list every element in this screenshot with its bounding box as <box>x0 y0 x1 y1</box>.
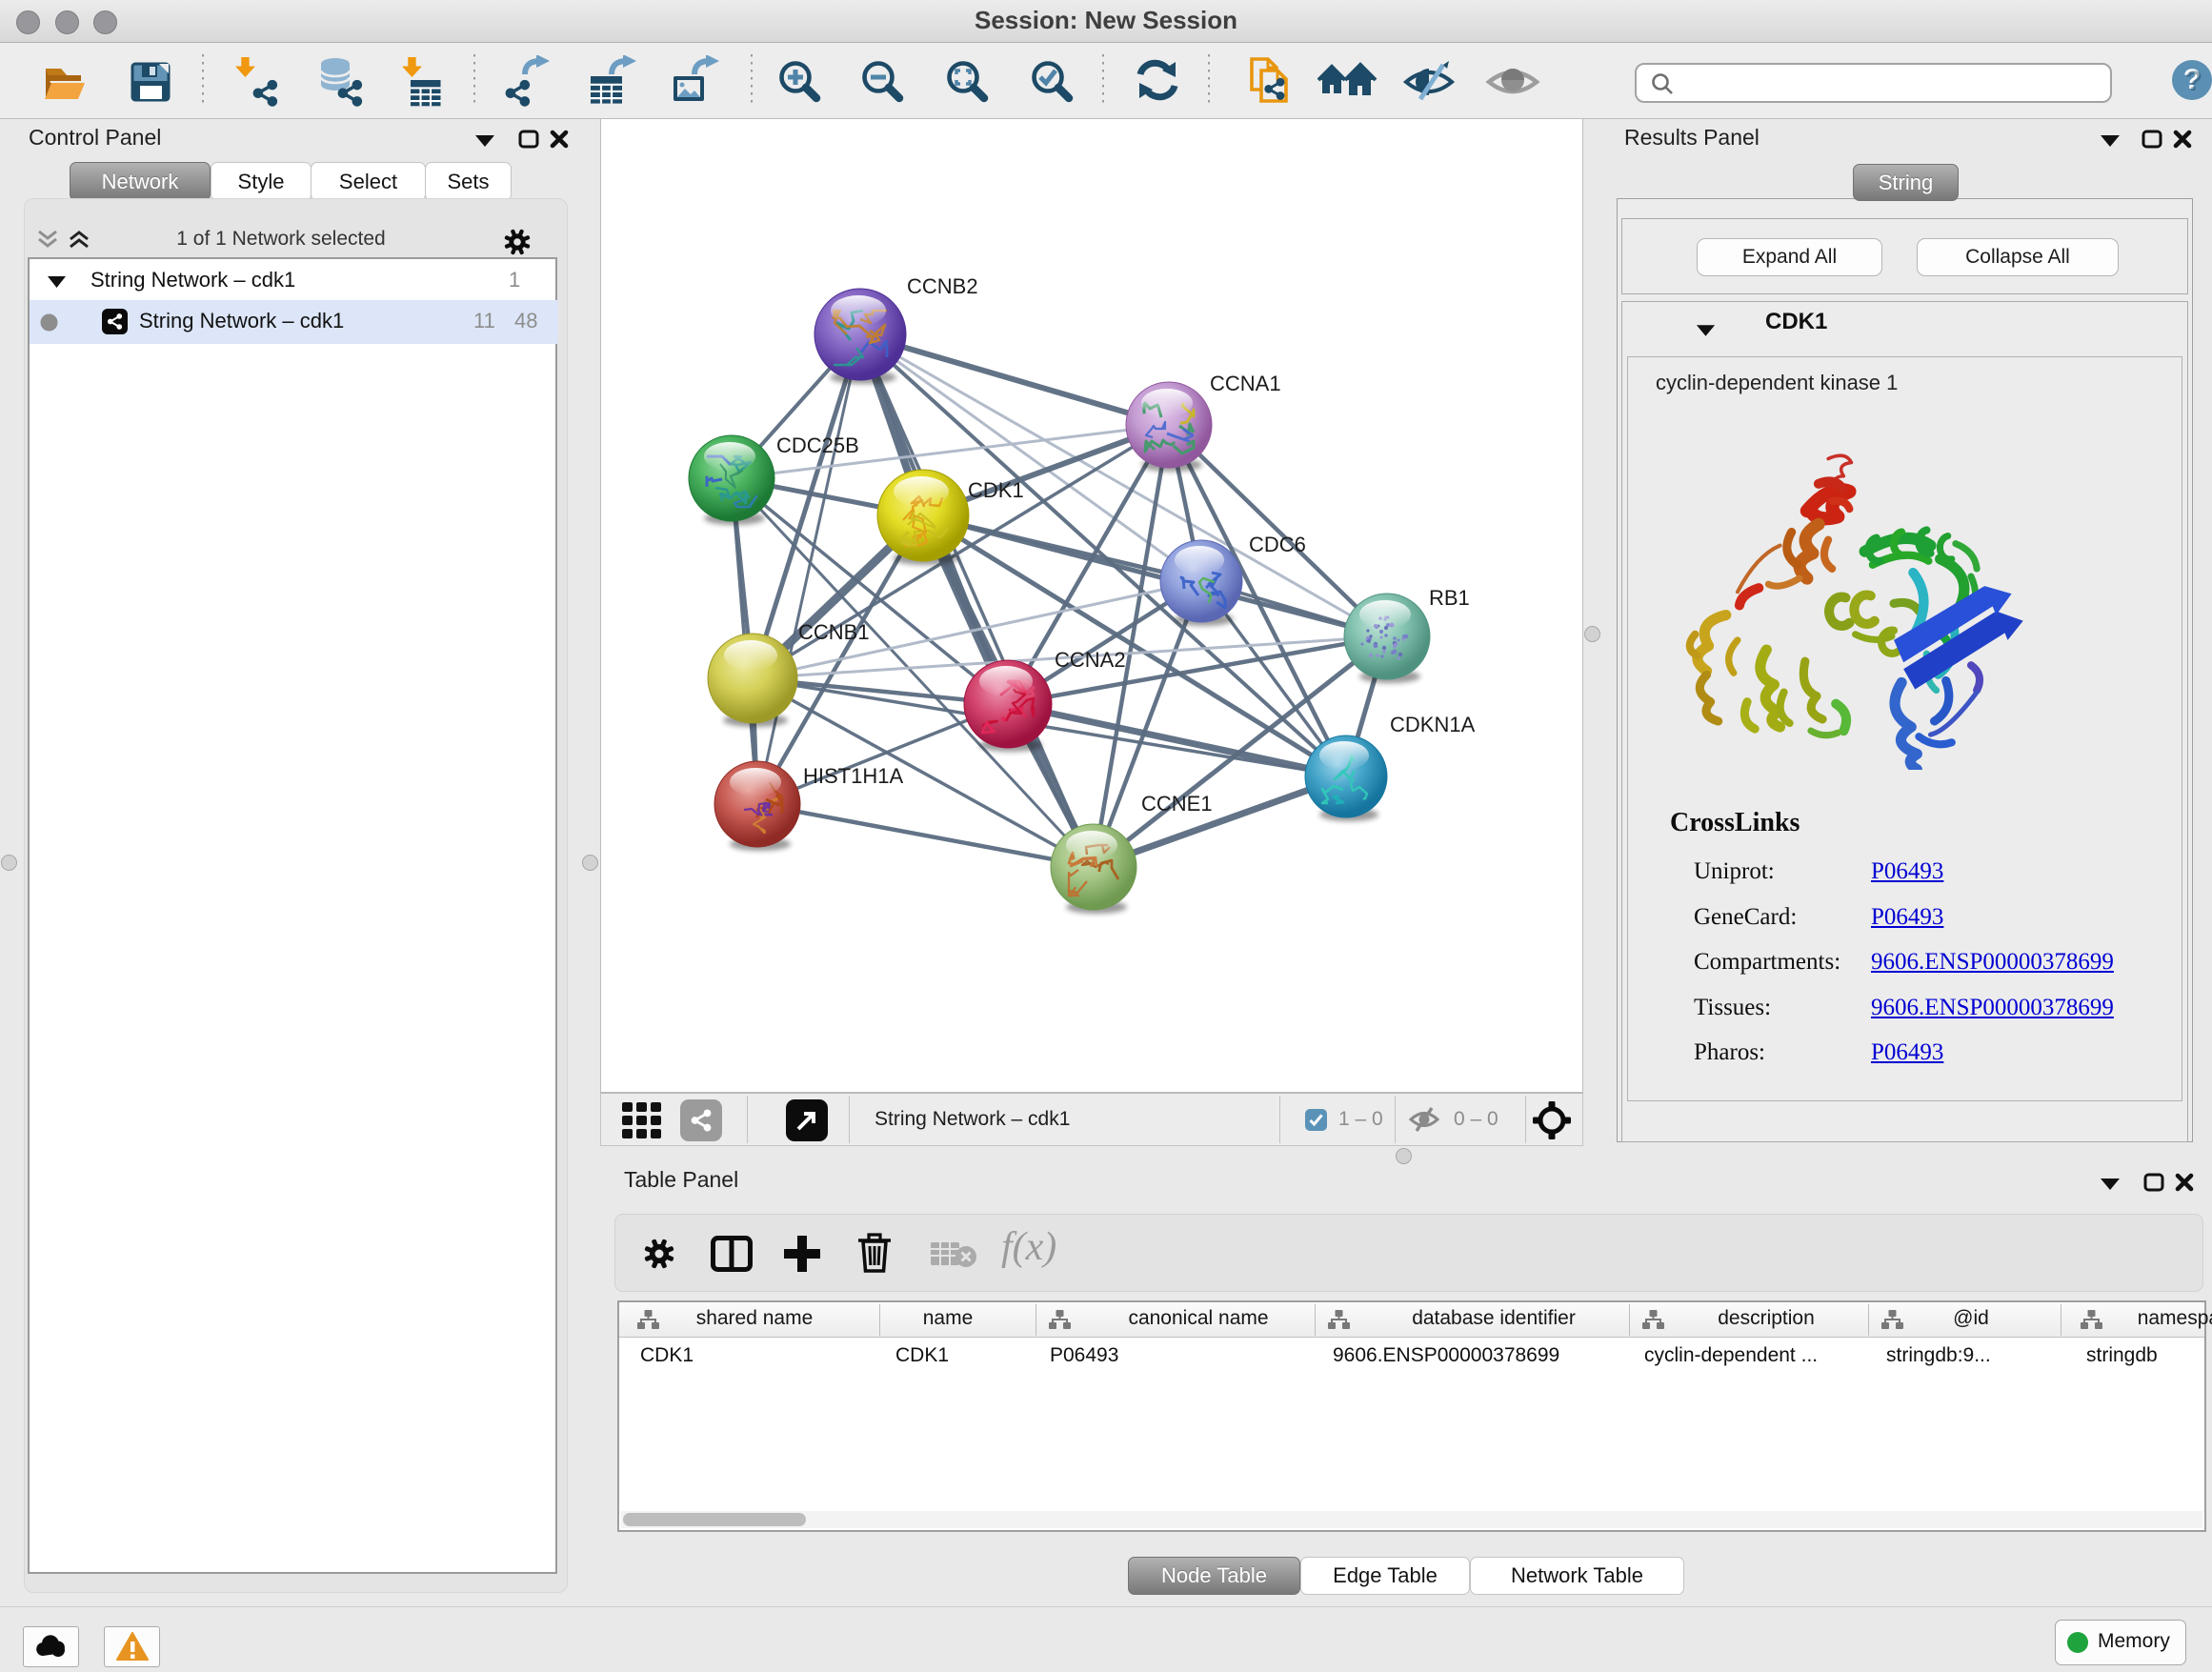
svg-text:CDKN1A: CDKN1A <box>1390 713 1476 736</box>
svg-text:HIST1H1A: HIST1H1A <box>803 764 903 788</box>
svg-text:CCNA2: CCNA2 <box>1055 648 1126 672</box>
svg-text:CCNB2: CCNB2 <box>907 274 978 298</box>
svg-text:?: ? <box>2185 66 2202 97</box>
svg-text:CDC25B: CDC25B <box>776 433 859 457</box>
svg-text:CDK1: CDK1 <box>968 478 1024 502</box>
svg-text:CDC6: CDC6 <box>1249 533 1306 556</box>
svg-text:CCNE1: CCNE1 <box>1141 792 1213 816</box>
svg-text:CCNA1: CCNA1 <box>1210 372 1281 395</box>
svg-text:CCNB1: CCNB1 <box>798 620 870 644</box>
svg-text:RB1: RB1 <box>1429 586 1470 610</box>
